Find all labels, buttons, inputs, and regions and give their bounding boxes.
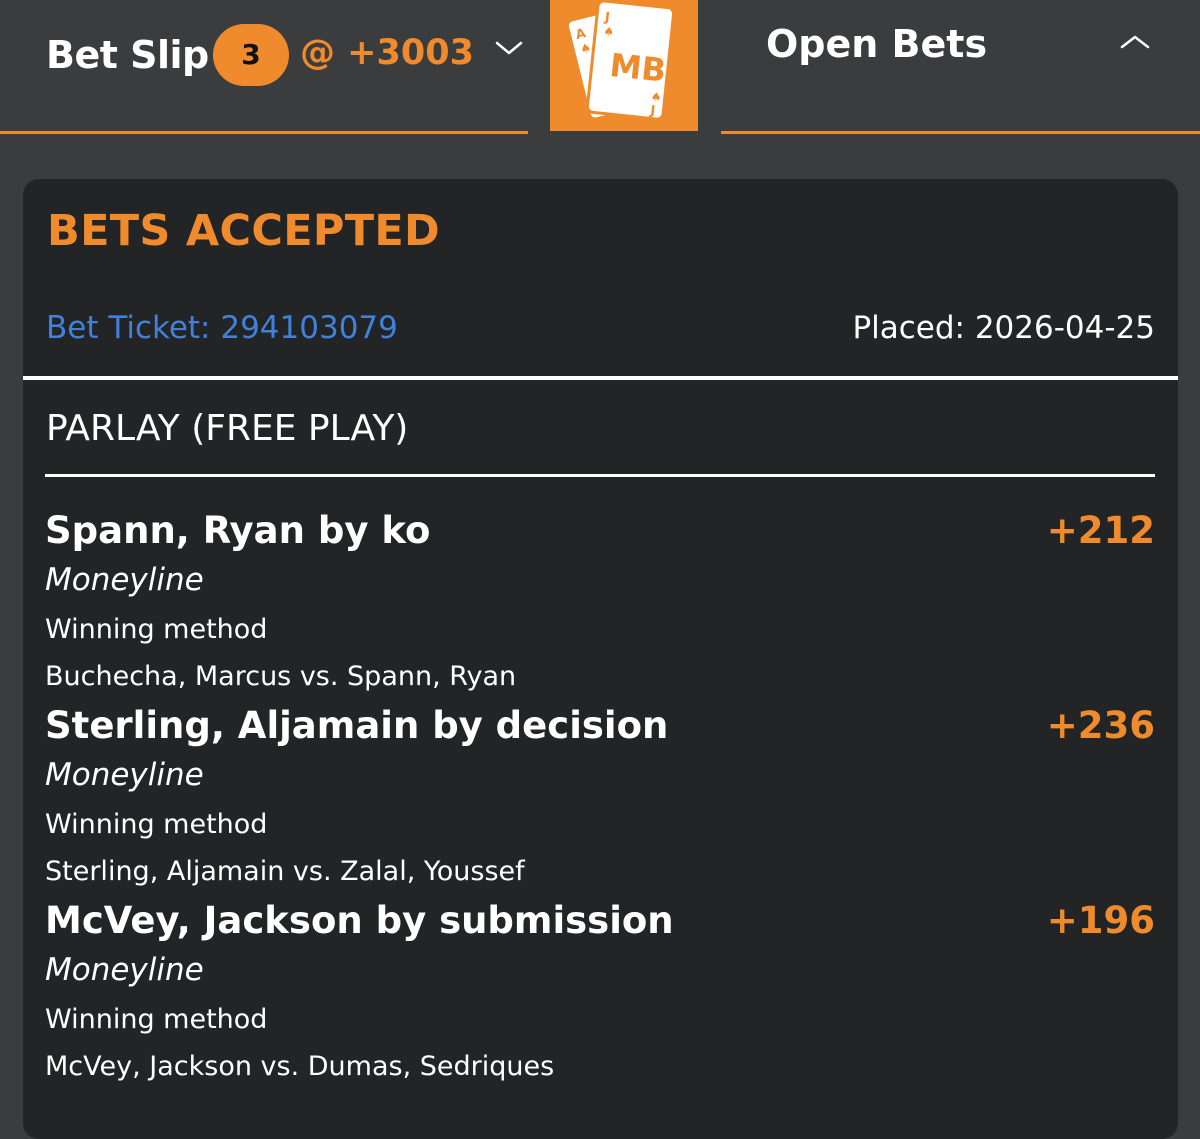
divider (23, 376, 1178, 380)
leg-pick: Spann, Ryan by ko (45, 509, 431, 552)
leg-odds: +236 (1046, 704, 1155, 747)
parlay-leg: McVey, Jackson by submission +196 Moneyl… (45, 899, 1155, 1094)
bet-slip-tab[interactable]: Bet Slip 3 @ +3003 (0, 0, 528, 134)
leg-odds: +196 (1046, 899, 1155, 942)
leg-pick: McVey, Jackson by submission (45, 899, 674, 942)
parlay-leg: Spann, Ryan by ko +212 Moneyline Winning… (45, 509, 1155, 704)
leg-method: Winning method (45, 809, 268, 840)
divider (45, 474, 1155, 477)
leg-matchup: Sterling, Aljamain vs. Zalal, Youssef (45, 856, 525, 887)
chevron-up-icon[interactable] (1119, 32, 1151, 52)
leg-market: Moneyline (45, 757, 204, 793)
leg-pick: Sterling, Aljamain by decision (45, 704, 669, 747)
leg-market: Moneyline (45, 562, 204, 598)
playing-cards-icon: A ♠ J ♠ MB ♠ J (565, 0, 676, 121)
leg-method: Winning method (45, 1004, 268, 1035)
open-bets-title: Open Bets (766, 22, 988, 66)
bets-accepted-title: BETS ACCEPTED (47, 206, 440, 256)
bet-confirmation-card: BETS ACCEPTED Bet Ticket: 294103079 Plac… (23, 179, 1178, 1139)
leg-matchup: McVey, Jackson vs. Dumas, Sedriques (45, 1051, 555, 1082)
leg-market: Moneyline (45, 952, 204, 988)
parlay-leg: Sterling, Aljamain by decision +236 Mone… (45, 704, 1155, 899)
leg-odds: +212 (1046, 509, 1155, 552)
chevron-down-icon[interactable] (494, 38, 524, 58)
leg-method: Winning method (45, 614, 268, 645)
logo-text: MB (608, 46, 668, 90)
leg-matchup: Buchecha, Marcus vs. Spann, Ryan (45, 661, 517, 692)
brand-logo[interactable]: A ♠ J ♠ MB ♠ J (550, 0, 698, 131)
bet-slip-title: Bet Slip (46, 33, 209, 77)
bet-count-badge: 3 (213, 24, 289, 86)
placed-date: Placed: 2026-04-25 (852, 310, 1155, 346)
svg-text:♠: ♠ (650, 89, 662, 104)
top-bar: Bet Slip 3 @ +3003 A ♠ J ♠ MB ♠ J Open B… (0, 0, 1200, 134)
combined-odds: @ +3003 (300, 33, 474, 73)
svg-text:♠: ♠ (603, 24, 615, 39)
bet-ticket-link[interactable]: Bet Ticket: 294103079 (46, 310, 398, 346)
bet-type-label: PARLAY (FREE PLAY) (46, 408, 409, 449)
open-bets-tab[interactable]: Open Bets (721, 0, 1200, 134)
